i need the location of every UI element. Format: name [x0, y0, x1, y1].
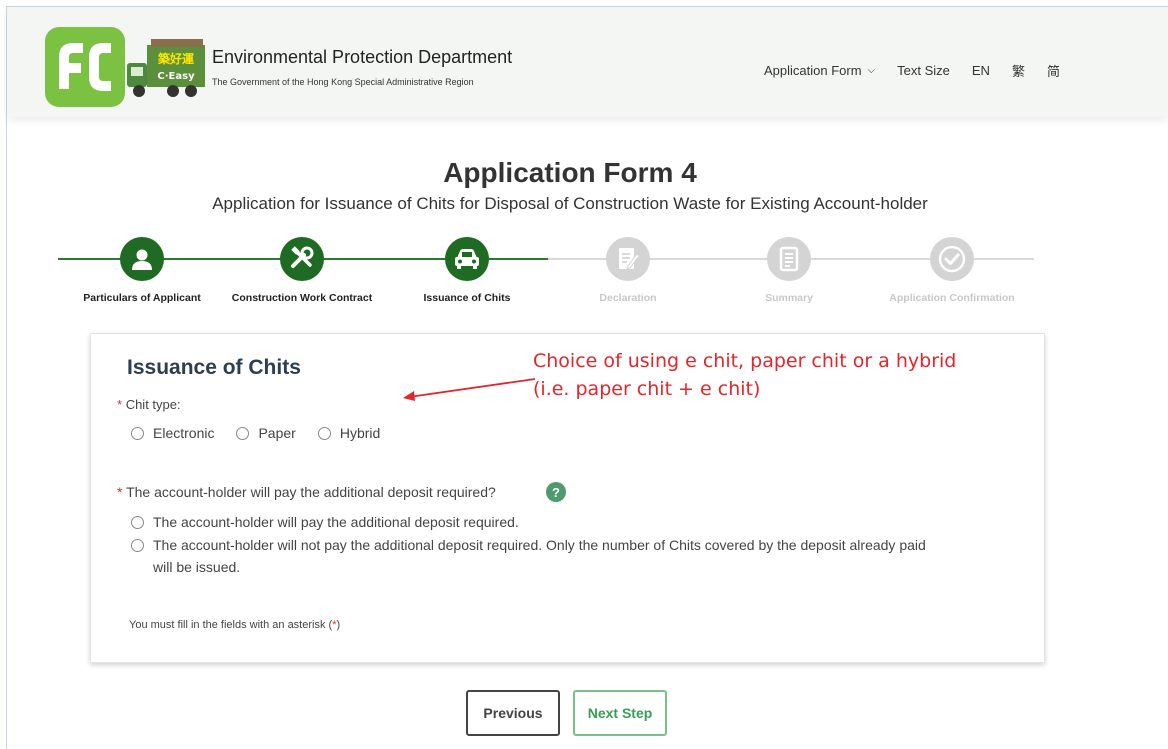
help-icon[interactable]: ? — [546, 482, 566, 502]
annotation-line-2: (i.e. paper chit + e chit) — [533, 378, 761, 400]
annotation-callout: Choice of using e chit, paper chit or a … — [533, 347, 956, 403]
logo-text-cn: 築好運 — [157, 51, 194, 66]
note-text: You must fill in the fields with an aste… — [129, 619, 333, 631]
radio-hybrid[interactable] — [317, 426, 331, 440]
deposit-question-text: The account-holder will pay the addition… — [126, 484, 496, 500]
nav-application-form-label: Application Form — [764, 63, 862, 78]
previous-button[interactable]: Previous — [466, 690, 560, 736]
deposit-pay-option[interactable]: The account-holder will pay the addition… — [131, 514, 519, 530]
option-label-continued: will be issued. — [153, 559, 241, 575]
option-label: The account-holder will not pay the addi… — [153, 537, 926, 553]
card-title: Issuance of Chits — [127, 356, 301, 379]
government-name: The Government of the Hong Kong Special … — [212, 77, 474, 87]
nav-text-size[interactable]: Text Size — [897, 63, 950, 78]
step-label: Construction Work Contract — [231, 292, 373, 304]
option-label: The account-holder will pay the addition… — [153, 514, 519, 530]
step-label: Issuance of Chits — [423, 292, 511, 304]
tools-icon — [280, 237, 324, 281]
page-title: Application Form 4 — [443, 157, 697, 188]
nav-lang-en[interactable]: EN — [972, 63, 990, 78]
option-label: Electronic — [153, 425, 215, 441]
radio-deposit-pay[interactable] — [131, 515, 144, 529]
step-label: Application Confirmation — [889, 292, 1015, 304]
check-circle-icon — [930, 237, 974, 281]
deposit-question-label: * The account-holder will pay the additi… — [117, 484, 496, 500]
site-header: 築好運 C·Easy Environmental Protection Depa… — [7, 7, 1168, 117]
radio-electronic[interactable] — [131, 426, 144, 440]
radio-paper[interactable] — [236, 426, 250, 440]
option-label: Paper — [258, 425, 296, 441]
chit-type-label: * Chit type: — [117, 397, 181, 412]
step-issuance-of-chits[interactable]: Issuance of Chits — [392, 237, 542, 304]
step-label: Summary — [765, 292, 813, 304]
step-summary[interactable]: Summary — [714, 237, 864, 304]
chit-type-electronic-option[interactable]: Electronic — [131, 425, 214, 441]
epd-logo-icon[interactable] — [45, 27, 125, 107]
step-label: Declaration — [599, 292, 657, 304]
step-label: Particulars of Applicant — [83, 292, 201, 304]
chit-type-paper-option[interactable]: Paper — [236, 425, 296, 441]
deposit-not-pay-option-continued: will be issued. — [153, 559, 240, 575]
top-navigation: Application Form ⌵ Text Size EN 繁 简 — [764, 61, 1082, 80]
step-particulars-of-applicant[interactable]: Particulars of Applicant — [67, 237, 217, 304]
deposit-not-pay-option[interactable]: The account-holder will not pay the addi… — [131, 537, 926, 553]
chevron-down-icon: ⌵ — [867, 65, 876, 76]
annotation-line-1: Choice of using e chit, paper chit or a … — [533, 350, 957, 372]
ceasy-truck-logo-icon: 築好運 C·Easy — [127, 39, 205, 97]
radio-deposit-not-pay[interactable] — [131, 538, 144, 552]
user-icon — [120, 237, 164, 281]
document-list-icon — [767, 237, 811, 281]
required-marker: * — [117, 484, 123, 500]
note-text-end: ) — [336, 619, 341, 631]
nav-lang-tc[interactable]: 繁 — [1012, 61, 1025, 80]
next-step-button[interactable]: Next Step — [573, 690, 667, 736]
chit-type-hybrid-option[interactable]: Hybrid — [317, 425, 381, 441]
option-label: Hybrid — [339, 425, 381, 441]
step-declaration[interactable]: Declaration — [553, 237, 703, 304]
step-application-confirmation[interactable]: Application Confirmation — [877, 237, 1027, 304]
logo-text-en: C·Easy — [157, 71, 195, 82]
required-marker: * — [117, 397, 123, 412]
edit-document-icon — [606, 237, 650, 281]
department-name: Environmental Protection Department — [212, 47, 513, 67]
nav-lang-sc[interactable]: 简 — [1047, 61, 1060, 80]
car-icon — [445, 237, 489, 281]
nav-application-form-dropdown[interactable]: Application Form ⌵ — [764, 63, 875, 78]
annotation-arrow-icon — [403, 378, 536, 401]
required-fields-note: You must fill in the fields with an aste… — [129, 619, 340, 631]
chit-type-radio-group: Electronic Paper Hybrid — [131, 425, 402, 441]
step-construction-work-contract[interactable]: Construction Work Contract — [227, 237, 377, 304]
chit-type-label-text: Chit type: — [125, 397, 181, 412]
page-subtitle: Application for Issuance of Chits for Di… — [212, 194, 928, 213]
